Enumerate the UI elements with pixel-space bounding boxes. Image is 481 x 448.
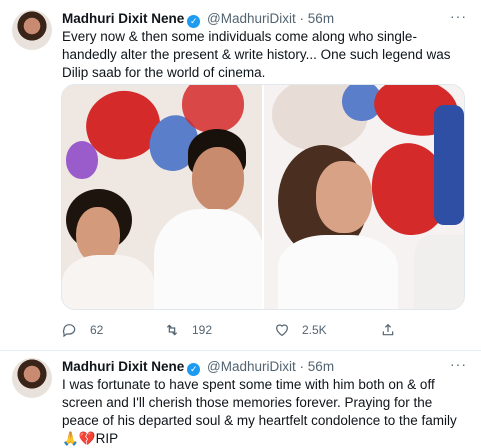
more-icon[interactable]: ···: [450, 356, 467, 372]
retweet-icon: [166, 324, 178, 336]
tweet-2[interactable]: Madhuri Dixit Nene ✓ @MadhuriDixit · 56m …: [0, 351, 481, 447]
avatar[interactable]: [12, 358, 52, 398]
tweet-text: I was fortunate to have spent some time …: [62, 376, 471, 448]
like-button[interactable]: 2.5K: [274, 322, 327, 338]
reply-icon: [62, 324, 76, 338]
author-name[interactable]: Madhuri Dixit Nene: [62, 11, 184, 26]
like-count: 2.5K: [302, 323, 327, 337]
tweet-text-suffix: RIP: [95, 431, 119, 446]
retweet-button[interactable]: 192: [164, 322, 212, 338]
tweet-text-body: I was fortunate to have spent some time …: [62, 377, 457, 428]
verified-badge-icon: ✓: [187, 15, 201, 28]
tweet-header: Madhuri Dixit Nene ✓ @MadhuriDixit · 56m: [62, 358, 334, 376]
verified-badge-icon: ✓: [187, 363, 201, 376]
reply-count: 62: [90, 323, 104, 337]
tweet-media[interactable]: [61, 84, 465, 310]
reply-button[interactable]: 62: [62, 322, 103, 338]
more-icon[interactable]: ···: [450, 8, 467, 24]
retweet-count: 192: [192, 323, 213, 337]
photo-1[interactable]: [62, 85, 262, 309]
share-button[interactable]: [380, 322, 396, 338]
tweet-text: Every now & then some individuals come a…: [62, 29, 451, 80]
timestamp[interactable]: 56m: [308, 11, 334, 26]
photo-2[interactable]: [264, 85, 464, 309]
share-icon: [382, 323, 394, 336]
separator-dot: ·: [299, 359, 305, 374]
like-icon: [276, 324, 288, 337]
timestamp[interactable]: 56m: [308, 359, 334, 374]
tweet-actions: 62 192 2.5K: [62, 322, 462, 340]
author-handle[interactable]: @MadhuriDixit: [207, 11, 296, 26]
tweet-1[interactable]: Madhuri Dixit Nene ✓ @MadhuriDixit · 56m …: [0, 0, 481, 350]
tweet-header: Madhuri Dixit Nene ✓ @MadhuriDixit · 56m: [62, 10, 334, 28]
author-handle[interactable]: @MadhuriDixit: [207, 359, 296, 374]
emoji-pray-broken-heart: 🙏💔: [62, 431, 96, 447]
avatar[interactable]: [12, 10, 52, 50]
separator-dot: ·: [299, 11, 305, 26]
author-name[interactable]: Madhuri Dixit Nene: [62, 359, 184, 374]
